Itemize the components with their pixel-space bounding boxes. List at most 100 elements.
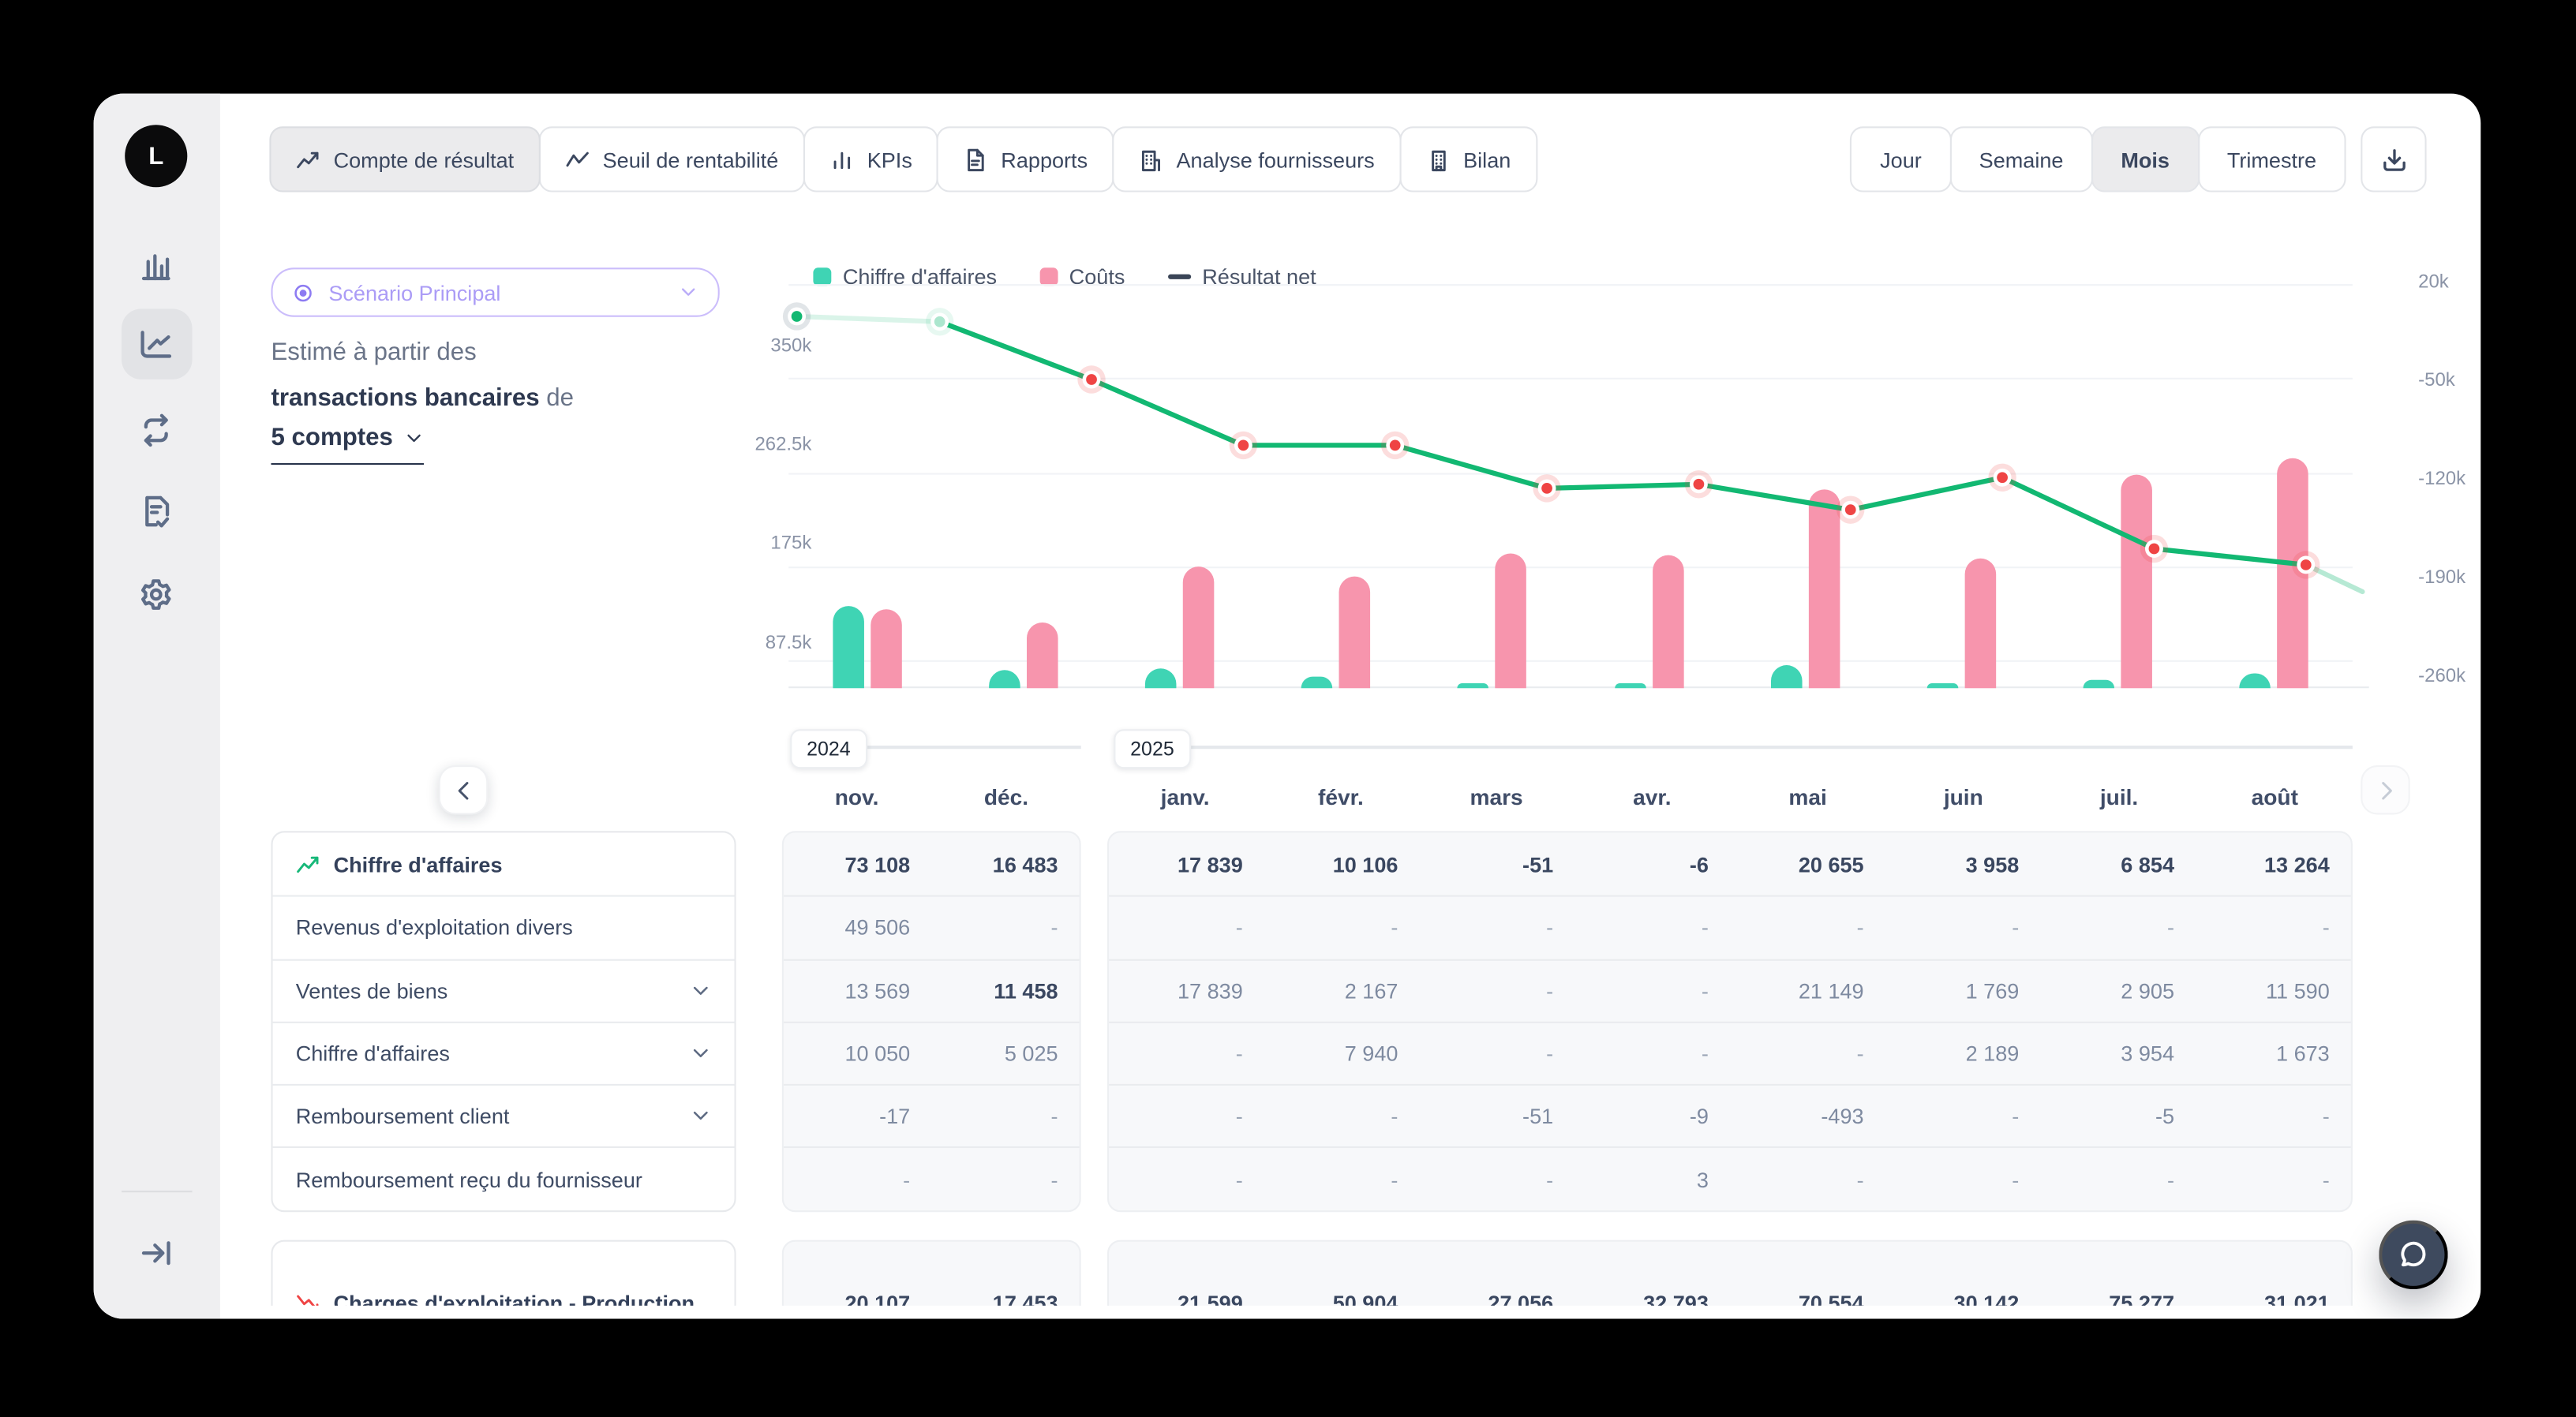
tab-compte-de-r-sultat[interactable]: Compte de résultat	[269, 126, 540, 192]
year-chip[interactable]: 2025	[1114, 729, 1190, 768]
month-header: juil.	[2041, 785, 2196, 824]
table-cell: -	[2196, 1167, 2351, 1191]
table-row-values: 10 0505 025	[784, 1022, 1080, 1085]
note-highlight: transactions bancaires	[271, 384, 539, 412]
table-cell: -	[931, 1167, 1079, 1191]
tab-kpis[interactable]: KPIs	[803, 126, 939, 192]
chevron-down-icon[interactable]	[690, 1043, 711, 1064]
table-cell: 10 106	[1264, 852, 1420, 877]
table-cell: 11 590	[2196, 978, 2351, 1003]
tab-bilan[interactable]: Bilan	[1399, 126, 1537, 192]
table-cell: 16 483	[931, 852, 1079, 877]
table-cell: 50 904	[1264, 1290, 1420, 1305]
table-row-label: Revenus d'exploitation divers	[273, 895, 735, 959]
table-row-label[interactable]: Chiffre d'affaires	[273, 1022, 735, 1085]
table-cell: -17	[784, 1105, 931, 1129]
app-stage: L Compte de résultatSeuil de rentabilité…	[0, 0, 2576, 1417]
building-icon	[1139, 147, 1163, 171]
table-cell: -51	[1420, 852, 1575, 877]
sidebar-item-repeat-icon[interactable]	[138, 412, 174, 448]
line-marker	[1685, 470, 1713, 498]
chat-button[interactable]	[2379, 1221, 2447, 1289]
table-row-values: -17-	[784, 1084, 1080, 1147]
table-cell: -	[1109, 1105, 1264, 1129]
table-row-values: ---3----	[1109, 1147, 2351, 1210]
tab-analyse-fournisseurs[interactable]: Analyse fournisseurs	[1112, 126, 1401, 192]
document-icon	[963, 147, 987, 171]
table-cell: -	[1730, 1167, 1885, 1191]
sidebar-item-gear-icon[interactable]	[138, 577, 174, 613]
tab-rapports[interactable]: Rapports	[937, 126, 1114, 192]
chevron-left-icon	[451, 778, 475, 802]
trending-up-icon	[296, 147, 320, 171]
net-result-line	[788, 232, 2402, 712]
table-cell: 7 940	[1264, 1041, 1420, 1066]
table-values-2024-2: 20 10717 453	[782, 1240, 1081, 1306]
table-row-values: --------	[1109, 895, 2351, 959]
line-marker	[1077, 365, 1105, 393]
table-cell: -	[1420, 915, 1575, 940]
table-cell: -	[2040, 915, 2196, 940]
tab-seuil-de-rentabilit-[interactable]: Seuil de rentabilité	[538, 126, 804, 192]
sidebar-item-document-check-icon[interactable]	[138, 495, 174, 531]
avatar[interactable]: L	[125, 125, 187, 187]
table-row-values: 13 56911 458	[784, 959, 1080, 1022]
month-header-2024: nov.déc.	[782, 785, 1081, 824]
trending-down-icon	[296, 1290, 320, 1305]
year-chip[interactable]: 2024	[790, 729, 867, 768]
table-prev-button[interactable]	[439, 765, 488, 814]
accounts-dropdown[interactable]: 5 comptes	[271, 424, 424, 465]
table-cell: -	[1420, 978, 1575, 1003]
table-row-label[interactable]: Ventes de biens	[273, 959, 735, 1022]
table-cell: -6	[1574, 852, 1730, 877]
table-cell: 1 769	[1885, 978, 2041, 1003]
month-header: déc.	[931, 785, 1080, 824]
table-cell: 21 599	[1109, 1290, 1264, 1305]
export-button[interactable]	[2361, 126, 2426, 192]
table-cell: -493	[1730, 1105, 1885, 1129]
table-cell: -	[1885, 1167, 2041, 1191]
table-cell: -51	[1420, 1105, 1575, 1129]
month-header: mars	[1418, 785, 1574, 824]
month-header-2025: janv.févr.marsavr.maijuinjuil.août	[1107, 785, 2353, 824]
sidebar-item-line-chart-icon[interactable]	[138, 327, 174, 363]
chevron-down-icon[interactable]	[690, 1106, 711, 1127]
line-marker	[1837, 495, 1864, 523]
period-trimestre[interactable]: Trimestre	[2197, 126, 2346, 192]
month-header: févr.	[1263, 785, 1418, 824]
table-values-2025-2: 21 59950 90427 05632 79370 55430 14275 2…	[1107, 1240, 2353, 1306]
chevron-down-icon[interactable]	[690, 980, 711, 1001]
period-mois[interactable]: Mois	[2091, 126, 2200, 192]
line-marker	[1533, 474, 1560, 502]
period-jour[interactable]: Jour	[1851, 126, 1952, 192]
chevron-right-icon	[2373, 778, 2398, 802]
sidebar: L	[94, 94, 220, 1319]
right-axis-tick: -50k	[2418, 371, 2455, 391]
table-row-values: 17 8392 167--21 1491 7692 90511 590	[1109, 959, 2351, 1022]
table-next-button[interactable]	[2361, 765, 2409, 814]
left-axis-tick: 175k	[713, 534, 811, 554]
table-row-values: 73 10816 483	[784, 832, 1080, 895]
chevron-down-icon	[405, 428, 425, 447]
table-labels-card-2: Charges d'exploitation - Production	[271, 1240, 736, 1306]
scenario-select[interactable]: Scénario Principal	[271, 267, 719, 316]
table-cell: 75 277	[2040, 1290, 2196, 1305]
table-cell: -	[1730, 915, 1885, 940]
bar-chart-icon	[829, 147, 854, 171]
right-axis-tick: -260k	[2418, 667, 2466, 686]
table-cell: -	[784, 1167, 931, 1191]
line-marker	[2292, 551, 2320, 578]
table-row-label[interactable]: Remboursement client	[273, 1084, 735, 1147]
table-cell: -	[1264, 1105, 1420, 1129]
table-cell: 27 056	[1420, 1290, 1575, 1305]
table-cell: 2 905	[2040, 978, 2196, 1003]
period-semaine[interactable]: Semaine	[1949, 126, 2093, 192]
sidebar-item-presentation-chart-icon[interactable]	[138, 248, 174, 284]
table-cell: 49 506	[784, 915, 931, 940]
sidebar-divider	[122, 1191, 193, 1192]
table-row-label: Chiffre d'affaires	[273, 832, 735, 895]
table-cell: -	[1264, 915, 1420, 940]
table-cell: -	[1264, 1167, 1420, 1191]
table-cell: 30 142	[1885, 1290, 2041, 1305]
main-window: L Compte de résultatSeuil de rentabilité…	[94, 94, 2481, 1319]
